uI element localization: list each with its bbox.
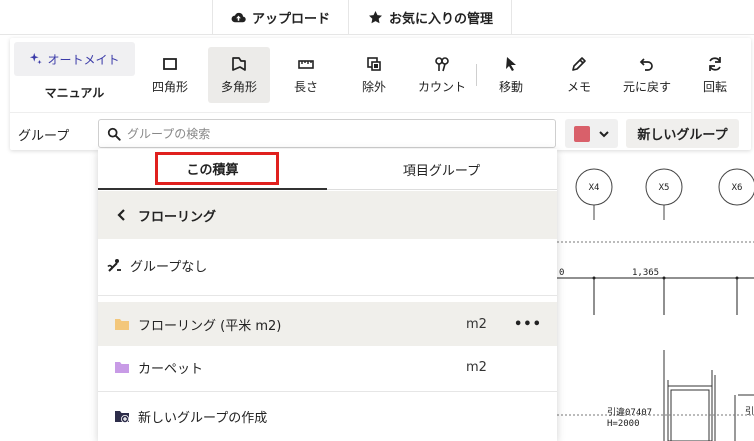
- color-picker-button[interactable]: [565, 119, 618, 148]
- tab-label: 項目グループ: [402, 164, 481, 179]
- tool-undo[interactable]: 元に戻す: [616, 47, 678, 103]
- polygon-icon: [232, 57, 246, 71]
- divider: [98, 295, 557, 296]
- count-icon: [435, 57, 449, 72]
- door-structure: [663, 350, 754, 441]
- tool-rotate[interactable]: 回転: [684, 47, 746, 103]
- group-item-carpet[interactable]: カーペット m2: [98, 345, 557, 389]
- group-item-unit: m2: [466, 316, 487, 332]
- exclude-icon: [367, 57, 381, 71]
- back-to-parent-button[interactable]: フローリング: [98, 191, 557, 239]
- grid-bubble-x5: X5: [645, 168, 683, 220]
- svg-text:X5: X5: [659, 183, 670, 193]
- cursor-icon: [506, 57, 516, 71]
- sparkle-icon: [30, 52, 43, 65]
- mode-automate-label: オートメイト: [47, 52, 120, 67]
- new-folder-icon: [115, 411, 129, 423]
- tool-label: 多角形: [220, 80, 257, 94]
- dimension-line: 0 1,365: [557, 268, 754, 315]
- rectangle-icon: [163, 58, 177, 70]
- chevron-down-icon: [598, 130, 609, 137]
- door-note-1: 引違07407: [607, 406, 652, 418]
- search-icon: [107, 127, 121, 141]
- group-label: グループ: [18, 128, 70, 144]
- tool-length[interactable]: 長さ: [275, 47, 337, 103]
- grid-bubble-x6: X6: [718, 168, 754, 206]
- remove-group-icon: [107, 259, 121, 272]
- tool-label: 四角形: [151, 80, 188, 94]
- tool-move[interactable]: 移動: [480, 47, 542, 103]
- tool-label: 移動: [498, 80, 523, 94]
- toolbar-divider: [10, 112, 751, 113]
- svg-text:0: 0: [559, 268, 564, 278]
- tool-label: 元に戻す: [622, 80, 671, 94]
- color-swatch: [573, 125, 590, 142]
- parent-group-label: フローリング: [138, 209, 217, 225]
- tool-label: メモ: [566, 80, 591, 94]
- cloud-upload-icon: [231, 12, 246, 23]
- create-group-label: 新しいグループの作成: [138, 410, 268, 426]
- group-search[interactable]: [98, 119, 556, 148]
- favorites-label: お気に入りの管理: [388, 12, 493, 27]
- no-group-item[interactable]: グループなし: [98, 243, 557, 287]
- chevron-left-icon: [117, 209, 125, 221]
- tool-label: 長さ: [293, 80, 318, 94]
- tab-item-groups[interactable]: 項目グループ: [327, 149, 556, 190]
- tool-count[interactable]: カウント: [411, 47, 473, 103]
- upload-button[interactable]: アップロード: [212, 0, 349, 35]
- upload-label: アップロード: [251, 12, 330, 27]
- tool-polygon[interactable]: 多角形: [208, 47, 270, 103]
- mode-automate-button[interactable]: オートメイト: [14, 42, 135, 76]
- tool-label: 回転: [702, 80, 727, 94]
- tool-exclude[interactable]: 除外: [343, 47, 405, 103]
- group-item-label: カーペット: [138, 361, 204, 377]
- group-item-unit: m2: [466, 359, 487, 375]
- svg-text:X6: X6: [732, 183, 743, 193]
- rotate-icon: [709, 57, 721, 71]
- divider: [98, 391, 557, 392]
- svg-text:X4: X4: [589, 183, 600, 193]
- folder-icon: [115, 362, 129, 373]
- takeoff-toolbar: オートメイト マニュアル 四角形 多角形 長さ 除外 カウント 移動 メモ 元に…: [10, 38, 751, 150]
- svg-text:1,365: 1,365: [632, 268, 659, 278]
- favorites-button[interactable]: お気に入りの管理: [350, 0, 512, 35]
- tool-memo[interactable]: メモ: [548, 47, 610, 103]
- no-group-label: グループなし: [130, 259, 208, 275]
- door-note-2: H=2000: [607, 419, 640, 429]
- mode-manual-label: マニュアル: [44, 85, 105, 100]
- undo-icon: [639, 58, 653, 71]
- dropdown-tabs: この積算 項目グループ: [98, 149, 557, 190]
- tool-rectangle[interactable]: 四角形: [139, 47, 201, 103]
- create-group-button[interactable]: 新しいグループの作成: [98, 394, 557, 438]
- more-options-icon[interactable]: •••: [514, 317, 542, 332]
- edge-note: 引: [745, 406, 754, 417]
- tool-label: カウント: [417, 80, 466, 94]
- grid-bubble-x4: X4: [575, 168, 613, 220]
- group-item-label: フローリング (平米 m2): [138, 318, 282, 334]
- star-icon: [369, 10, 382, 24]
- group-dropdown: この積算 項目グループ フローリング グループなし フローリング (平米 m2)…: [98, 149, 557, 441]
- pen-icon: [572, 57, 586, 71]
- new-group-button[interactable]: 新しいグループ: [626, 119, 739, 148]
- group-item-flooring[interactable]: フローリング (平米 m2) m2 •••: [98, 302, 557, 346]
- group-search-input[interactable]: [127, 126, 527, 141]
- top-bar: アップロード お気に入りの管理: [0, 0, 754, 35]
- mode-manual-button[interactable]: マニュアル: [14, 78, 135, 106]
- tool-label: 除外: [361, 80, 386, 94]
- ruler-icon: [298, 60, 314, 69]
- folder-icon: [115, 319, 129, 330]
- highlight-box: [155, 152, 279, 185]
- toolbar-separator: [476, 64, 477, 86]
